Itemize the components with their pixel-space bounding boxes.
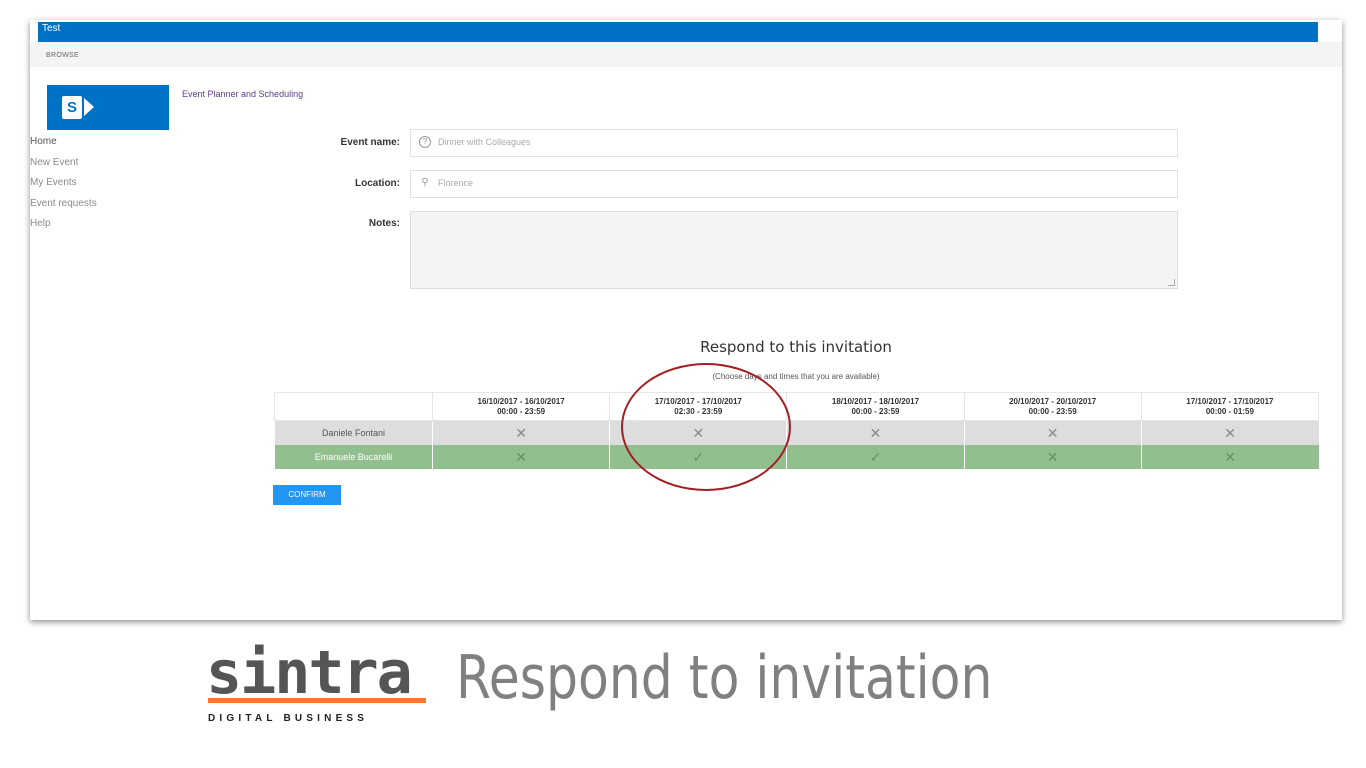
question-icon: ? — [419, 136, 431, 148]
availability-cell[interactable]: ✕ — [786, 420, 965, 445]
nav-item-help[interactable]: Help — [30, 217, 97, 238]
table-row: Emanuele Bucarelli ✕ ✓ ✓ ✕ ✕ — [274, 445, 1319, 469]
suite-bar-title[interactable]: Test — [42, 22, 60, 36]
column-dates: 16/10/2017 - 16/10/2017 — [477, 396, 565, 406]
suite-bar: Test — [38, 22, 1318, 42]
nav-item-event-requests[interactable]: Event requests — [30, 197, 97, 218]
event-name-label: Event name: — [340, 137, 400, 148]
notes-label: Notes: — [368, 218, 400, 229]
map-pin-icon: ⚲ — [421, 177, 429, 188]
sharepoint-logo-letter: S — [62, 96, 82, 119]
availability-cell[interactable]: ✓ — [609, 445, 787, 469]
unavailable-icon: ✕ — [1046, 449, 1059, 465]
nav-item-new-event[interactable]: New Event — [30, 156, 97, 177]
unavailable-icon: ✕ — [515, 425, 527, 441]
availability-cell[interactable]: ✕ — [431, 420, 610, 445]
participant-name: Daniele Fontani — [274, 420, 433, 445]
availability-cell[interactable]: ✕ — [431, 445, 610, 469]
availability-cell[interactable]: ✕ — [963, 420, 1142, 445]
availability-cell[interactable]: ✕ — [1140, 420, 1319, 445]
column-dates: 18/10/2017 - 18/10/2017 — [831, 396, 920, 406]
availability-cell[interactable]: ✕ — [963, 445, 1142, 469]
respond-title: Respond to this invitation — [700, 338, 892, 356]
respond-subtitle: (Choose days and times that you are avai… — [712, 372, 880, 381]
notes-textarea[interactable] — [410, 211, 1178, 289]
column-header: 17/10/2017 - 17/10/2017 02:30 - 23:59 — [609, 392, 788, 421]
column-dates: 17/10/2017 - 17/10/2017 — [1186, 396, 1274, 406]
unavailable-icon: ✕ — [692, 425, 705, 441]
sintra-tagline: DIGITAL BUSINESS — [208, 713, 369, 724]
check-icon: ✓ — [692, 449, 705, 465]
ribbon: BROWSE — [30, 42, 1342, 67]
slide-caption: Respond to invitation — [456, 643, 993, 713]
column-times: 00:00 - 01:59 — [1205, 406, 1254, 416]
sintra-logo: sintra — [206, 638, 413, 708]
unavailable-icon: ✕ — [515, 449, 527, 465]
tab-browse[interactable]: BROWSE — [46, 52, 79, 59]
quick-launch-nav: Home New Event My Events Event requests … — [30, 135, 97, 238]
participant-name: Emanuele Bucarelli — [274, 445, 433, 469]
nav-item-home[interactable]: Home — [30, 135, 97, 156]
availability-cell[interactable]: ✕ — [1140, 445, 1319, 469]
table-header-row: 16/10/2017 - 16/10/2017 00:00 - 23:59 17/… — [274, 392, 1320, 421]
resize-grip-icon[interactable] — [1168, 279, 1175, 286]
column-header: 20/10/2017 - 20/10/2017 00:00 - 23:59 — [963, 392, 1142, 421]
location-field[interactable]: ⚲ Florence — [410, 170, 1178, 198]
location-label: Location: — [355, 178, 400, 189]
availability-cell[interactable]: ✓ — [786, 445, 965, 469]
nav-item-my-events[interactable]: My Events — [30, 176, 97, 197]
column-dates: 20/10/2017 - 20/10/2017 — [1009, 396, 1097, 406]
unavailable-icon: ✕ — [1224, 425, 1236, 441]
check-icon: ✓ — [869, 449, 882, 465]
unavailable-icon: ✕ — [1224, 449, 1236, 465]
column-header: 16/10/2017 - 16/10/2017 00:00 - 23:59 — [431, 392, 611, 421]
sharepoint-arrow-icon — [84, 98, 94, 116]
app-screenshot-frame: Test BROWSE S Event Planner and Scheduli… — [30, 20, 1342, 620]
event-name-field[interactable]: ? Dinner with Colleagues — [410, 129, 1178, 157]
header-corner — [274, 392, 433, 421]
column-times: 00:00 - 23:59 — [497, 406, 546, 416]
location-value: Florence — [438, 178, 474, 188]
availability-table: 16/10/2017 - 16/10/2017 00:00 - 23:59 17/… — [274, 392, 1320, 469]
unavailable-icon: ✕ — [869, 425, 882, 441]
sharepoint-logo[interactable]: S — [47, 85, 169, 130]
confirm-button[interactable]: CONFIRM — [273, 485, 341, 505]
site-title[interactable]: Event Planner and Scheduling — [182, 89, 303, 99]
column-times: 00:00 - 23:59 — [1028, 406, 1077, 416]
availability-cell[interactable]: ✕ — [609, 420, 787, 445]
unavailable-icon: ✕ — [1046, 425, 1059, 441]
sintra-logo-bar — [208, 698, 426, 703]
column-dates: 17/10/2017 - 17/10/2017 — [654, 396, 742, 406]
table-row: Daniele Fontani ✕ ✕ ✕ ✕ ✕ — [274, 420, 1319, 445]
column-header: 17/10/2017 - 17/10/2017 00:00 - 01:59 — [1140, 392, 1320, 421]
column-header: 18/10/2017 - 18/10/2017 00:00 - 23:59 — [786, 392, 965, 421]
column-times: 02:30 - 23:59 — [674, 406, 723, 416]
column-times: 00:00 - 23:59 — [851, 406, 900, 416]
event-name-value: Dinner with Colleagues — [438, 137, 531, 147]
